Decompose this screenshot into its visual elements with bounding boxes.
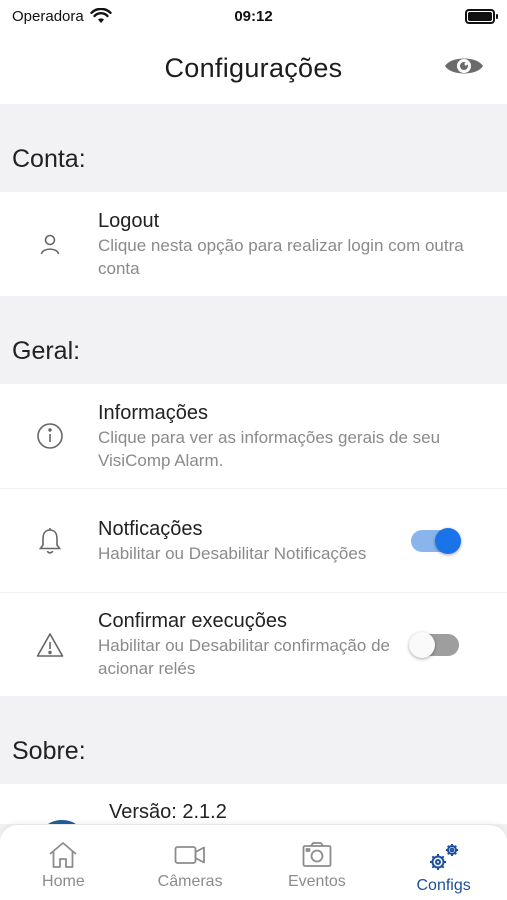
status-time: 09:12 bbox=[234, 7, 273, 25]
version-row: Versão: 2.1.2 bbox=[0, 784, 507, 824]
wifi-icon bbox=[90, 8, 112, 23]
eye-button[interactable] bbox=[443, 50, 485, 82]
tab-eventos[interactable]: Eventos bbox=[254, 825, 381, 900]
logout-text: Logout Clique nesta opção para realizar … bbox=[98, 209, 507, 280]
confirmar-title: Confirmar execuções bbox=[98, 610, 287, 632]
settings-list: Conta: Logout Clique nesta opção para re… bbox=[0, 104, 507, 824]
version-text: Versão: 2.1.2 bbox=[0, 800, 227, 824]
user-icon bbox=[0, 232, 98, 256]
page-title: Configurações bbox=[164, 52, 343, 83]
tab-configs[interactable]: Configs bbox=[380, 825, 507, 900]
camera-icon bbox=[174, 846, 206, 864]
toggle-knob bbox=[435, 527, 461, 554]
tab-eventos-label: Eventos bbox=[287, 873, 346, 890]
section-header-conta: Conta: bbox=[0, 104, 507, 192]
logout-title: Logout bbox=[98, 209, 160, 232]
gears-icon bbox=[429, 844, 458, 870]
informacoes-title: Informações bbox=[98, 401, 209, 424]
status-left: Operadora bbox=[12, 8, 112, 25]
tab-configs-label: Configs bbox=[416, 877, 471, 894]
warning-icon bbox=[0, 632, 98, 658]
confirmar-row: Confirmar execuções Habilitar ou Desabil… bbox=[0, 592, 507, 696]
tab-bar: Home Câmeras Eventos Configs bbox=[0, 824, 507, 900]
tab-home[interactable]: Home bbox=[0, 825, 127, 900]
battery-icon bbox=[465, 8, 498, 24]
bell-icon bbox=[0, 527, 98, 555]
version-title: Versão: 2.1.2 bbox=[109, 801, 227, 823]
info-icon bbox=[0, 422, 98, 450]
eye-icon bbox=[445, 58, 483, 74]
card-conta: Logout Clique nesta opção para realizar … bbox=[0, 192, 507, 296]
logout-row[interactable]: Logout Clique nesta opção para realizar … bbox=[0, 192, 507, 296]
informacoes-subtitle: Clique para ver as informações gerais de… bbox=[98, 427, 441, 470]
status-bar: Operadora 09:12 bbox=[0, 0, 507, 32]
home-icon bbox=[49, 842, 77, 868]
section-header-sobre: Sobre: bbox=[0, 696, 507, 784]
tab-cameras-label: Câmeras bbox=[157, 873, 223, 890]
header: Configurações bbox=[0, 32, 507, 104]
tab-home-label: Home bbox=[42, 873, 85, 890]
informacoes-text: Informações Clique para ver as informaçõ… bbox=[98, 401, 507, 472]
logout-subtitle: Clique nesta opção para realizar login c… bbox=[98, 235, 464, 278]
informacoes-row[interactable]: Informações Clique para ver as informaçõ… bbox=[0, 384, 507, 488]
notificacoes-subtitle: Habilitar ou Desabilitar Notificações bbox=[98, 543, 367, 563]
confirmar-subtitle: Habilitar ou Desabilitar confirmação de … bbox=[98, 636, 390, 678]
photo-camera-icon bbox=[302, 842, 332, 867]
carrier-label: Operadora bbox=[12, 7, 84, 25]
notificacoes-title: Notficações bbox=[98, 517, 203, 540]
tab-cameras[interactable]: Câmeras bbox=[127, 825, 254, 900]
section-header-geral: Geral: bbox=[0, 296, 507, 384]
card-geral: Informações Clique para ver as informaçõ… bbox=[0, 384, 507, 696]
confirmar-toggle[interactable] bbox=[409, 631, 459, 658]
toggle-knob bbox=[409, 631, 435, 658]
notificacoes-toggle[interactable] bbox=[411, 527, 461, 554]
notificacoes-row: Notficações Habilitar ou Desabilitar Not… bbox=[0, 488, 507, 592]
